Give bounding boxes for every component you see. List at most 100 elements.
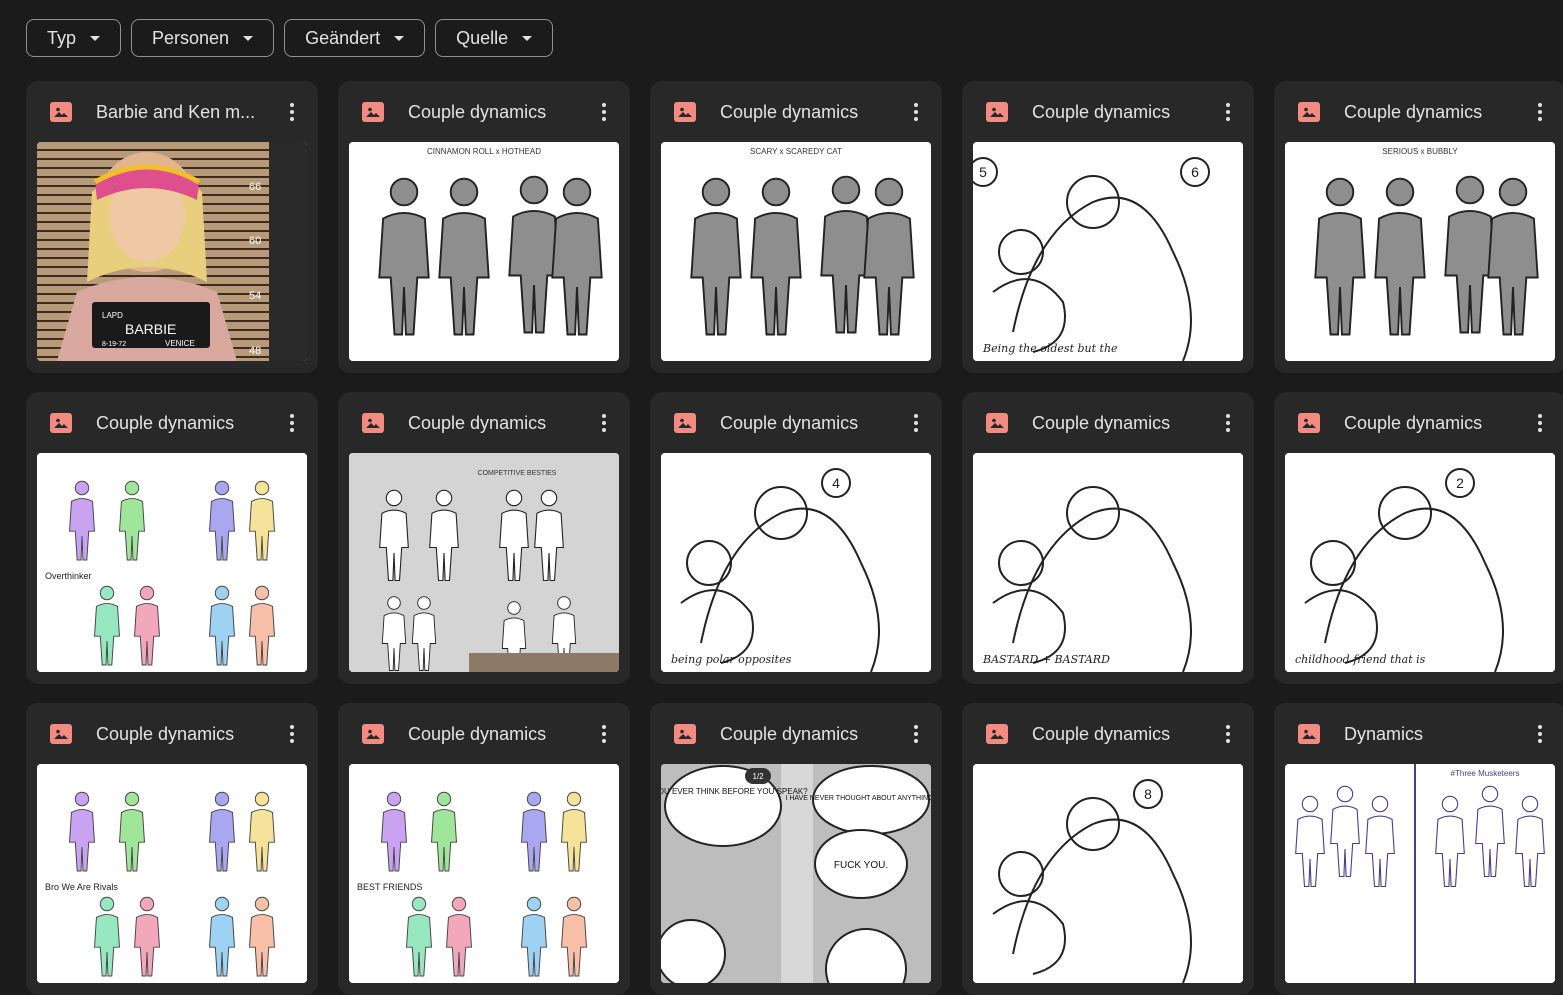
image-file-icon	[1298, 724, 1320, 744]
file-card[interactable]: Barbie and Ken m... 66 60 54 48 LAPD BAR…	[26, 81, 318, 373]
thumb-caption: Bro We Are Rivals	[45, 882, 118, 892]
file-thumbnail[interactable]: COMPETITIVE BESTIES	[349, 453, 619, 672]
file-thumbnail[interactable]: DO YOU EVER THINK BEFORE YOU SPEAK? 1/2 …	[661, 764, 931, 983]
thumb-caption: CINNAMON ROLL x HOTHEAD	[427, 147, 541, 156]
file-thumbnail[interactable]: BASTARD + BASTARD	[973, 453, 1243, 672]
dropdown-caret-icon	[394, 35, 405, 41]
file-card[interactable]: Couple dynamics Overthinker	[26, 392, 318, 684]
file-thumbnail[interactable]: 2 childhood friend that is	[1285, 453, 1555, 672]
more-options-icon[interactable]	[1528, 100, 1552, 124]
file-title: Couple dynamics	[720, 101, 859, 122]
card-header: Dynamics	[1274, 703, 1563, 765]
more-options-icon[interactable]	[1528, 722, 1552, 746]
file-card[interactable]: Couple dynamics 4 being polar opposites	[650, 392, 942, 684]
card-header: Couple dynamics	[338, 392, 630, 454]
filter-chip-people[interactable]: Personen	[131, 19, 275, 57]
file-thumbnail[interactable]: 4 being polar opposites	[661, 453, 931, 672]
more-options-icon[interactable]	[592, 722, 616, 746]
more-options-icon[interactable]	[1528, 411, 1552, 435]
file-thumbnail[interactable]: 66 60 54 48 LAPD BARBIE 8-19-72 VENICE	[37, 142, 307, 361]
dropdown-caret-icon	[243, 35, 254, 41]
file-title: Couple dynamics	[720, 412, 859, 433]
file-card[interactable]: Couple dynamics B	[338, 703, 630, 995]
image-file-icon	[1298, 413, 1320, 433]
file-card[interactable]: Couple dynamics COMPETITIVE BESTIES	[338, 392, 630, 684]
file-thumbnail[interactable]: Overthinker	[37, 453, 307, 672]
sketch-number: 8	[1144, 786, 1152, 802]
file-thumbnail[interactable]: #Three Musketeers	[1285, 764, 1555, 983]
mugshot-agency: LAPD	[102, 311, 123, 320]
more-options-icon[interactable]	[592, 411, 616, 435]
image-file-icon	[1298, 102, 1320, 122]
file-title: Couple dynamics	[408, 101, 547, 122]
file-thumbnail[interactable]: CINNAMON ROLL x HOTHEAD	[349, 142, 619, 361]
file-title: Couple dynamics	[1032, 723, 1171, 744]
file-thumbnail[interactable]: Bro We Are Rivals	[37, 764, 307, 983]
file-title: Couple dynamics	[96, 723, 235, 744]
card-header: Couple dynamics	[1274, 81, 1563, 143]
card-header: Couple dynamics	[962, 392, 1254, 454]
file-title: Couple dynamics	[408, 723, 547, 744]
card-header: Couple dynamics	[650, 81, 942, 143]
file-card[interactable]: Couple dynamics SCARY x SCAREDY CAT	[650, 81, 942, 373]
image-file-icon	[362, 413, 384, 433]
card-header: Couple dynamics	[338, 703, 630, 765]
image-file-icon	[362, 102, 384, 122]
more-options-icon[interactable]	[1216, 722, 1240, 746]
thumb-caption: BASTARD + BASTARD	[982, 653, 1110, 666]
more-options-icon[interactable]	[592, 100, 616, 124]
more-options-icon[interactable]	[904, 722, 928, 746]
file-card[interactable]: Couple dynamics DO YOU EVER THINK BEFORE…	[650, 703, 942, 995]
file-card[interactable]: Couple dynamics 5 6 Being the oldest but…	[962, 81, 1254, 373]
thumb-caption: SERIOUS x BUBBLY	[1382, 147, 1458, 156]
more-options-icon[interactable]	[904, 100, 928, 124]
card-header: Couple dynamics	[26, 703, 318, 765]
filter-chip-label: Geändert	[305, 27, 381, 48]
file-card[interactable]: Couple dynamics SERIOUS x BUBBLY	[1274, 81, 1563, 373]
filter-bar: Typ Personen Geändert Quelle	[26, 19, 554, 57]
thumb-caption: Being the oldest but the	[982, 342, 1118, 355]
file-card[interactable]: Couple dynamics B	[26, 703, 318, 995]
more-options-icon[interactable]	[1216, 100, 1240, 124]
file-card[interactable]: Dynamics #Three Musketeers	[1274, 703, 1563, 995]
file-thumbnail[interactable]: 8	[973, 764, 1243, 983]
card-header: Couple dynamics	[650, 392, 942, 454]
image-file-icon	[986, 413, 1008, 433]
file-card[interactable]: Couple dynamics BASTARD + BASTARD	[962, 392, 1254, 684]
card-header: Couple dynamics	[650, 703, 942, 765]
sketch-number: 2	[1456, 475, 1464, 491]
more-options-icon[interactable]	[280, 722, 304, 746]
file-card[interactable]: Couple dynamics 8	[962, 703, 1254, 995]
image-file-icon	[362, 724, 384, 744]
thumb-caption: SCARY x SCAREDY CAT	[750, 147, 842, 156]
filter-chip-source[interactable]: Quelle	[435, 19, 554, 57]
file-thumbnail[interactable]: SCARY x SCAREDY CAT	[661, 142, 931, 361]
filter-chip-modified[interactable]: Geändert	[284, 19, 426, 57]
file-grid: Barbie and Ken m... 66 60 54 48 LAPD BAR…	[26, 81, 1563, 995]
file-title: Couple dynamics	[1032, 101, 1171, 122]
dropdown-caret-icon	[90, 35, 101, 41]
card-header: Couple dynamics	[962, 703, 1254, 765]
filter-chip-label: Typ	[47, 27, 77, 48]
file-thumbnail[interactable]: BEST FRIENDS	[349, 764, 619, 983]
more-options-icon[interactable]	[280, 411, 304, 435]
mugshot-date: 8-19-72	[102, 341, 126, 348]
speech-bubble-text: I HAVE NEVER THOUGHT ABOUT ANYTHING EVER…	[785, 795, 931, 802]
file-title: Couple dynamics	[1032, 412, 1171, 433]
filter-chip-label: Personen	[152, 27, 230, 48]
file-title: Dynamics	[1344, 723, 1424, 744]
thumb-caption: childhood friend that is	[1295, 653, 1426, 666]
file-thumbnail[interactable]: 5 6 Being the oldest but the	[973, 142, 1243, 361]
file-title: Couple dynamics	[720, 723, 859, 744]
image-file-icon	[50, 413, 72, 433]
filter-chip-type[interactable]: Typ	[26, 19, 122, 57]
file-card[interactable]: Couple dynamics CINNAMON ROLL x HOTHEAD	[338, 81, 630, 373]
speech-bubble-text: FUCK YOU.	[834, 860, 888, 871]
card-header: Couple dynamics	[962, 81, 1254, 143]
more-options-icon[interactable]	[280, 100, 304, 124]
file-card[interactable]: Couple dynamics 2 childhood friend that …	[1274, 392, 1563, 684]
file-thumbnail[interactable]: SERIOUS x BUBBLY	[1285, 142, 1555, 361]
more-options-icon[interactable]	[1216, 411, 1240, 435]
height-mark: 48	[249, 345, 261, 357]
more-options-icon[interactable]	[904, 411, 928, 435]
